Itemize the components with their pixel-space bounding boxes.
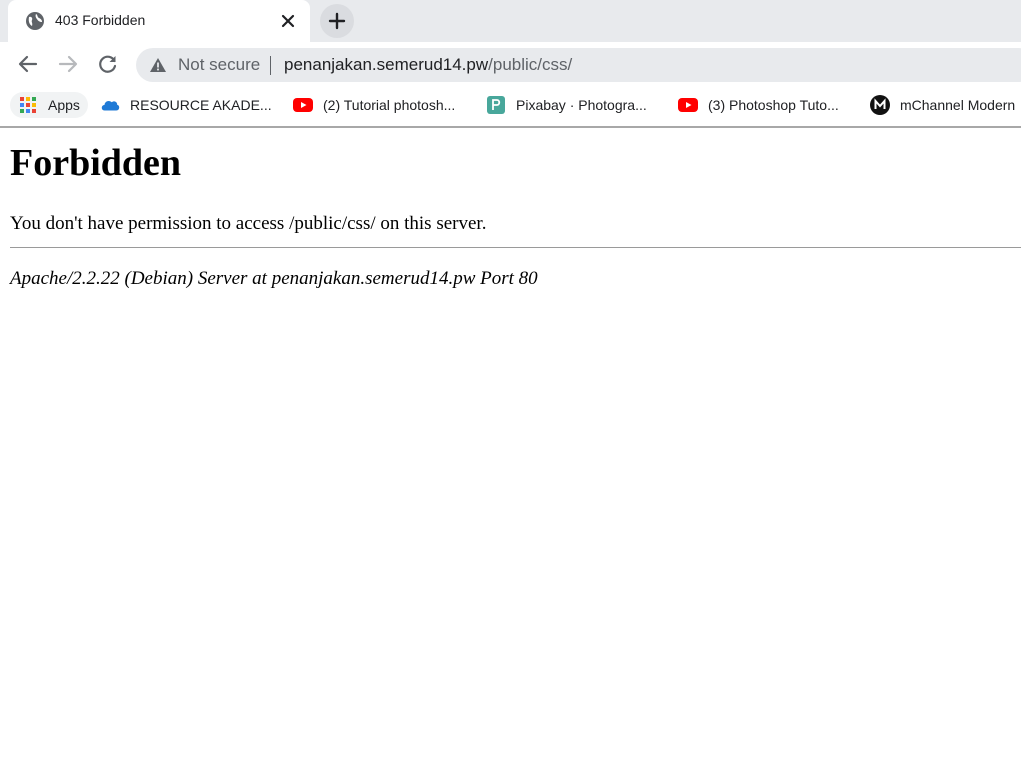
pixabay-icon — [486, 95, 506, 115]
warning-triangle-icon[interactable] — [149, 56, 167, 74]
browser-toolbar: Not secure penanjakan.semerud14.pw/publi… — [0, 42, 1021, 86]
bookmark-label: Apps — [48, 97, 80, 113]
bookmark-tutorial-photoshop[interactable]: (2) Tutorial photosh... — [293, 92, 455, 118]
plus-icon — [328, 12, 346, 30]
close-tab-icon[interactable] — [278, 11, 298, 31]
onedrive-cloud-icon — [100, 95, 120, 115]
page-content: Forbidden You don't have permission to a… — [0, 128, 1021, 766]
address-bar[interactable]: Not secure penanjakan.semerud14.pw/publi… — [136, 48, 1021, 82]
bookmark-label: RESOURCE AKADE... — [130, 97, 272, 113]
reload-button[interactable] — [94, 50, 122, 78]
apps-grid-icon — [18, 95, 38, 115]
bookmark-photoshop-tutorial[interactable]: (3) Photoshop Tuto... — [678, 92, 839, 118]
omnibox-divider — [270, 56, 271, 75]
forward-button[interactable] — [54, 50, 82, 78]
url-path: /public/css/ — [488, 55, 573, 74]
error-message: You don't have permission to access /pub… — [10, 213, 487, 234]
bookmark-mchannel[interactable]: mChannel Modern — [870, 92, 1015, 118]
bookmark-label: (2) Tutorial photosh... — [323, 97, 456, 113]
security-status[interactable]: Not secure — [178, 55, 260, 75]
tab-title: 403 Forbidden — [55, 12, 146, 28]
bookmarks-bar: Apps RESOURCE AKADE... (2) Tutorial phot… — [0, 86, 1021, 128]
bookmark-apps[interactable]: Apps — [10, 92, 88, 118]
bookmark-pixabay[interactable]: Pixabay · Photogra... — [486, 92, 647, 118]
page-heading: Forbidden — [10, 142, 182, 184]
bookmark-resource-akademik[interactable]: RESOURCE AKADE... — [100, 92, 272, 118]
tab-active[interactable]: 403 Forbidden — [8, 0, 310, 42]
bookmark-label: (3) Photoshop Tuto... — [708, 97, 839, 113]
youtube-icon — [293, 95, 313, 115]
mchannel-icon — [870, 95, 890, 115]
back-button[interactable] — [14, 50, 42, 78]
arrow-left-icon — [18, 55, 38, 73]
bookmark-label: Pixabay · Photogra... — [516, 97, 647, 113]
bookmark-label: mChannel Modern — [900, 97, 1016, 113]
globe-icon — [25, 11, 45, 31]
reload-icon — [99, 55, 117, 73]
server-signature: Apache/2.2.22 (Debian) Server at penanja… — [10, 268, 538, 289]
url-text[interactable]: penanjakan.semerud14.pw/public/css/ — [284, 55, 572, 75]
youtube-icon — [678, 95, 698, 115]
tab-strip: 403 Forbidden — [0, 0, 1021, 42]
url-host: penanjakan.semerud14.pw — [284, 55, 489, 74]
divider — [10, 247, 1021, 248]
new-tab-button[interactable] — [320, 4, 354, 38]
arrow-right-icon — [58, 55, 78, 73]
